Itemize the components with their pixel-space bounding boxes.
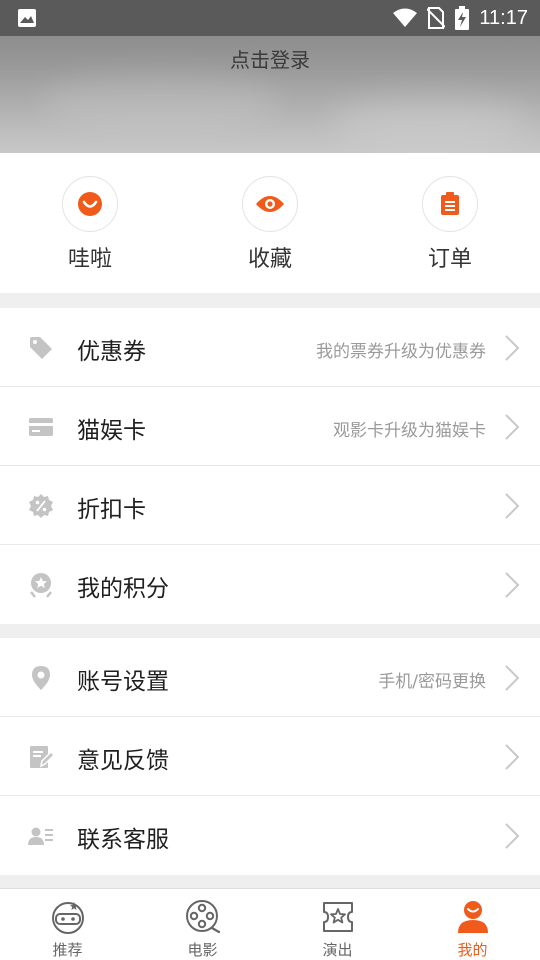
quick-action-label: 哇啦 [67, 247, 112, 272]
menu-group-account: 账号设置 手机/密码更换 意见反馈 联系客服 [0, 638, 540, 875]
battery-charging-icon [455, 6, 470, 30]
status-bar: 11:17 [0, 0, 540, 36]
chevron-right-icon [505, 335, 520, 361]
smile-face-icon [78, 192, 102, 216]
nav-tab-label: 演出 [322, 941, 353, 959]
clock: 11:17 [479, 6, 528, 29]
film-reel-icon [185, 900, 220, 934]
menu-item-customer-service[interactable]: 联系客服 [0, 796, 540, 875]
percent-badge-icon [29, 494, 53, 518]
location-pin-icon [32, 666, 50, 690]
feedback-edit-icon [30, 746, 54, 768]
bottom-navigation: 推荐 电影 演出 我的 [0, 888, 540, 960]
menu-item-label: 账号设置 [77, 669, 169, 695]
person-icon [457, 901, 488, 933]
nav-tab-label: 我的 [457, 941, 488, 959]
menu-item-label: 折扣卡 [77, 497, 146, 523]
eye-icon [256, 196, 284, 212]
login-link[interactable]: 点击登录 [0, 44, 540, 73]
menu-item-coupons[interactable]: 优惠券 我的票券升级为优惠券 [0, 308, 540, 387]
menu-item-label: 我的积分 [77, 576, 169, 602]
contact-card-icon [28, 827, 53, 845]
menu-group-wallet: 优惠券 我的票券升级为优惠券 猫娱卡 观影卡升级为猫娱卡 折扣卡 我的积分 [0, 308, 540, 624]
menu-item-hint: 观影卡升级为猫娱卡 [333, 421, 486, 441]
quick-action-orders[interactable]: 订单 [360, 153, 540, 293]
menu-item-label: 意见反馈 [77, 748, 169, 774]
menu-item-hint: 手机/密码更换 [378, 672, 486, 692]
menu-item-account-settings[interactable]: 账号设置 手机/密码更换 [0, 638, 540, 717]
quick-actions: 哇啦 收藏 订单 [0, 153, 540, 293]
nav-tab-label: 电影 [187, 941, 218, 959]
quick-action-label: 订单 [427, 247, 472, 272]
clipboard-icon [441, 192, 459, 215]
nav-tab-recommend[interactable]: 推荐 [0, 889, 135, 960]
nav-tab-mine[interactable]: 我的 [405, 889, 540, 960]
tag-icon [30, 337, 52, 359]
menu-item-cat-card[interactable]: 猫娱卡 观影卡升级为猫娱卡 [0, 387, 540, 466]
mascot-icon [51, 902, 84, 934]
nav-tab-shows[interactable]: 演出 [270, 889, 405, 960]
nav-tab-label: 推荐 [52, 941, 83, 959]
chevron-right-icon [505, 572, 520, 598]
ticket-star-icon [322, 902, 353, 932]
quick-action-wala[interactable]: 哇啦 [0, 153, 180, 293]
menu-item-hint: 我的票券升级为优惠券 [316, 342, 486, 362]
medal-icon [30, 573, 52, 598]
menu-item-label: 联系客服 [77, 827, 169, 853]
menu-item-discount-card[interactable]: 折扣卡 [0, 466, 540, 545]
quick-action-favorites[interactable]: 收藏 [180, 153, 360, 293]
menu-item-points[interactable]: 我的积分 [0, 545, 540, 624]
image-notification-icon [18, 9, 36, 27]
chevron-right-icon [505, 665, 520, 691]
quick-action-label: 收藏 [247, 247, 292, 272]
chevron-right-icon [505, 414, 520, 440]
nav-tab-movies[interactable]: 电影 [135, 889, 270, 960]
chevron-right-icon [505, 744, 520, 770]
wifi-icon [393, 8, 418, 27]
menu-item-label: 优惠券 [77, 339, 146, 365]
chevron-right-icon [505, 493, 520, 519]
card-icon [29, 418, 53, 436]
no-sim-icon [427, 7, 446, 29]
chevron-right-icon [505, 823, 520, 849]
menu-item-feedback[interactable]: 意见反馈 [0, 717, 540, 796]
menu-item-label: 猫娱卡 [77, 418, 146, 444]
